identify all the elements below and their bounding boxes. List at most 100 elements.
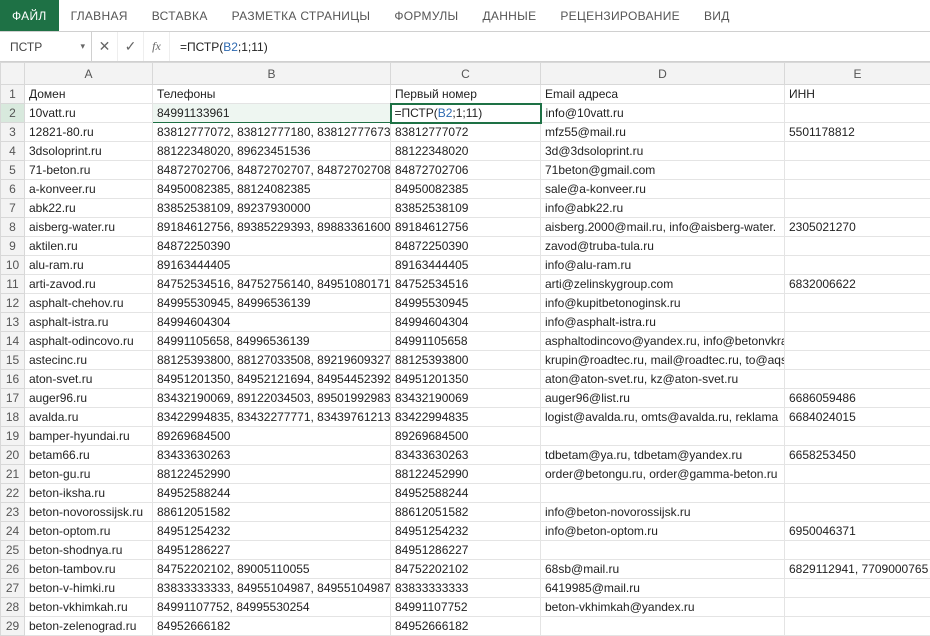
cell[interactable] xyxy=(785,199,930,218)
cell[interactable]: aisberg.2000@mail.ru, info@aisberg-water… xyxy=(541,218,785,237)
cell[interactable]: Телефоны xyxy=(153,85,391,104)
cell[interactable]: 71beton@gmail.com xyxy=(541,161,785,180)
cell[interactable]: 89184612756 xyxy=(391,218,541,237)
cell[interactable]: 83433630263 xyxy=(391,446,541,465)
tab-layout[interactable]: РАЗМЕТКА СТРАНИЦЫ xyxy=(220,0,383,31)
tab-file[interactable]: ФАЙЛ xyxy=(0,0,59,31)
cell[interactable]: 84991133961 xyxy=(153,104,391,123)
cell[interactable]: Email адреса xyxy=(541,85,785,104)
cell[interactable] xyxy=(785,598,930,617)
cell[interactable]: 83422994835 xyxy=(391,408,541,427)
cell[interactable]: beton-novorossijsk.ru xyxy=(25,503,153,522)
cell[interactable]: 83852538109 xyxy=(391,199,541,218)
cell[interactable]: aisberg-water.ru xyxy=(25,218,153,237)
cell[interactable]: mfz55@mail.ru xyxy=(541,123,785,142)
cell[interactable] xyxy=(541,541,785,560)
cell[interactable]: 88612051582 xyxy=(391,503,541,522)
row-header[interactable]: 22 xyxy=(1,484,25,503)
row-header[interactable]: 4 xyxy=(1,142,25,161)
cell[interactable]: 84991105658, 84996536139 xyxy=(153,332,391,351)
cell[interactable]: zavod@truba-tula.ru xyxy=(541,237,785,256)
worksheet[interactable]: A B C D E 1ДоменТелефоныПервый номерEmai… xyxy=(0,62,930,636)
cell[interactable]: 84951286227 xyxy=(391,541,541,560)
cell[interactable]: arti-zavod.ru xyxy=(25,275,153,294)
row-header[interactable]: 12 xyxy=(1,294,25,313)
cell[interactable] xyxy=(785,256,930,275)
cell[interactable]: info@beton-novorossijsk.ru xyxy=(541,503,785,522)
tab-formulas[interactable]: ФОРМУЛЫ xyxy=(382,0,470,31)
row-header[interactable]: 24 xyxy=(1,522,25,541)
cell[interactable]: 83433630263 xyxy=(153,446,391,465)
cell[interactable]: 84872702706 xyxy=(391,161,541,180)
cell[interactable]: 84872702706, 84872702707, 84872702708, xyxy=(153,161,391,180)
cell[interactable]: 88122348020, 89623451536 xyxy=(153,142,391,161)
cell[interactable] xyxy=(785,142,930,161)
cell[interactable]: beton-tambov.ru xyxy=(25,560,153,579)
cell[interactable]: auger96@list.ru xyxy=(541,389,785,408)
cell[interactable] xyxy=(785,313,930,332)
cell[interactable]: 84952666182 xyxy=(153,617,391,636)
row-header[interactable]: 20 xyxy=(1,446,25,465)
cell[interactable]: 6832006622 xyxy=(785,275,930,294)
col-header-C[interactable]: C xyxy=(391,63,541,85)
cell[interactable]: 84991105658 xyxy=(391,332,541,351)
cell[interactable]: sale@a-konveer.ru xyxy=(541,180,785,199)
row-header[interactable]: 7 xyxy=(1,199,25,218)
cell[interactable]: 83432190069 xyxy=(391,389,541,408)
cell[interactable]: bamper-hyundai.ru xyxy=(25,427,153,446)
cell[interactable] xyxy=(541,427,785,446)
cell[interactable]: 83833333333 xyxy=(391,579,541,598)
cell[interactable]: 84752202102 xyxy=(391,560,541,579)
row-header[interactable]: 2 xyxy=(1,104,25,123)
cell[interactable]: 88125393800, 88127033508, 89219609327 xyxy=(153,351,391,370)
row-header[interactable]: 16 xyxy=(1,370,25,389)
cell[interactable]: 6950046371 xyxy=(785,522,930,541)
cell[interactable]: 88122452990 xyxy=(153,465,391,484)
cell[interactable]: 84951254232 xyxy=(153,522,391,541)
cell[interactable]: 88612051582 xyxy=(153,503,391,522)
cell[interactable]: aton@aton-svet.ru, kz@aton-svet.ru xyxy=(541,370,785,389)
cell[interactable]: 89269684500 xyxy=(391,427,541,446)
cell[interactable]: info@kupitbetonoginsk.ru xyxy=(541,294,785,313)
cell[interactable] xyxy=(785,427,930,446)
col-header-A[interactable]: A xyxy=(25,63,153,85)
cell[interactable]: info@beton-optom.ru xyxy=(541,522,785,541)
cell[interactable]: beton-iksha.ru xyxy=(25,484,153,503)
cell[interactable]: 83812777072 xyxy=(391,123,541,142)
row-header[interactable]: 10 xyxy=(1,256,25,275)
cell[interactable]: beton-v-himki.ru xyxy=(25,579,153,598)
cell[interactable]: asphaltodincovo@yandex.ru, info@betonvkr… xyxy=(541,332,785,351)
name-box-dropdown-icon[interactable]: ▾ xyxy=(80,41,85,52)
cell[interactable]: aton-svet.ru xyxy=(25,370,153,389)
cell[interactable]: ИНН xyxy=(785,85,930,104)
cell[interactable] xyxy=(541,617,785,636)
cell[interactable]: 83422994835, 83432277771, 83439761213, xyxy=(153,408,391,427)
row-header[interactable]: 21 xyxy=(1,465,25,484)
row-header[interactable]: 17 xyxy=(1,389,25,408)
row-header[interactable]: 9 xyxy=(1,237,25,256)
cell[interactable]: 6686059486 xyxy=(785,389,930,408)
cell[interactable]: beton-zelenograd.ru xyxy=(25,617,153,636)
cell[interactable]: 88122348020 xyxy=(391,142,541,161)
cell[interactable] xyxy=(785,294,930,313)
cell[interactable]: 89184612756, 89385229393, 89883361600 xyxy=(153,218,391,237)
cell[interactable] xyxy=(785,370,930,389)
cell[interactable]: 83833333333, 84955104987, 84955104987 xyxy=(153,579,391,598)
cell[interactable]: 84872250390 xyxy=(391,237,541,256)
row-header[interactable]: 1 xyxy=(1,85,25,104)
cell[interactable] xyxy=(785,541,930,560)
cell[interactable]: 89163444405 xyxy=(153,256,391,275)
cell[interactable]: asphalt-odincovo.ru xyxy=(25,332,153,351)
cell[interactable]: order@betongu.ru, order@gamma-beton.ru xyxy=(541,465,785,484)
row-header[interactable]: 19 xyxy=(1,427,25,446)
cell[interactable]: 5501178812 xyxy=(785,123,930,142)
cell[interactable]: beton-gu.ru xyxy=(25,465,153,484)
cell[interactable] xyxy=(785,503,930,522)
row-header[interactable]: 3 xyxy=(1,123,25,142)
tab-home[interactable]: ГЛАВНАЯ xyxy=(59,0,140,31)
cell[interactable]: info@abk22.ru xyxy=(541,199,785,218)
active-cell[interactable]: =ПСТР(B2;1;11) xyxy=(391,104,541,123)
cell[interactable]: 84952588244 xyxy=(391,484,541,503)
tab-insert[interactable]: ВСТАВКА xyxy=(140,0,220,31)
cell[interactable]: beton-vkhimkah.ru xyxy=(25,598,153,617)
